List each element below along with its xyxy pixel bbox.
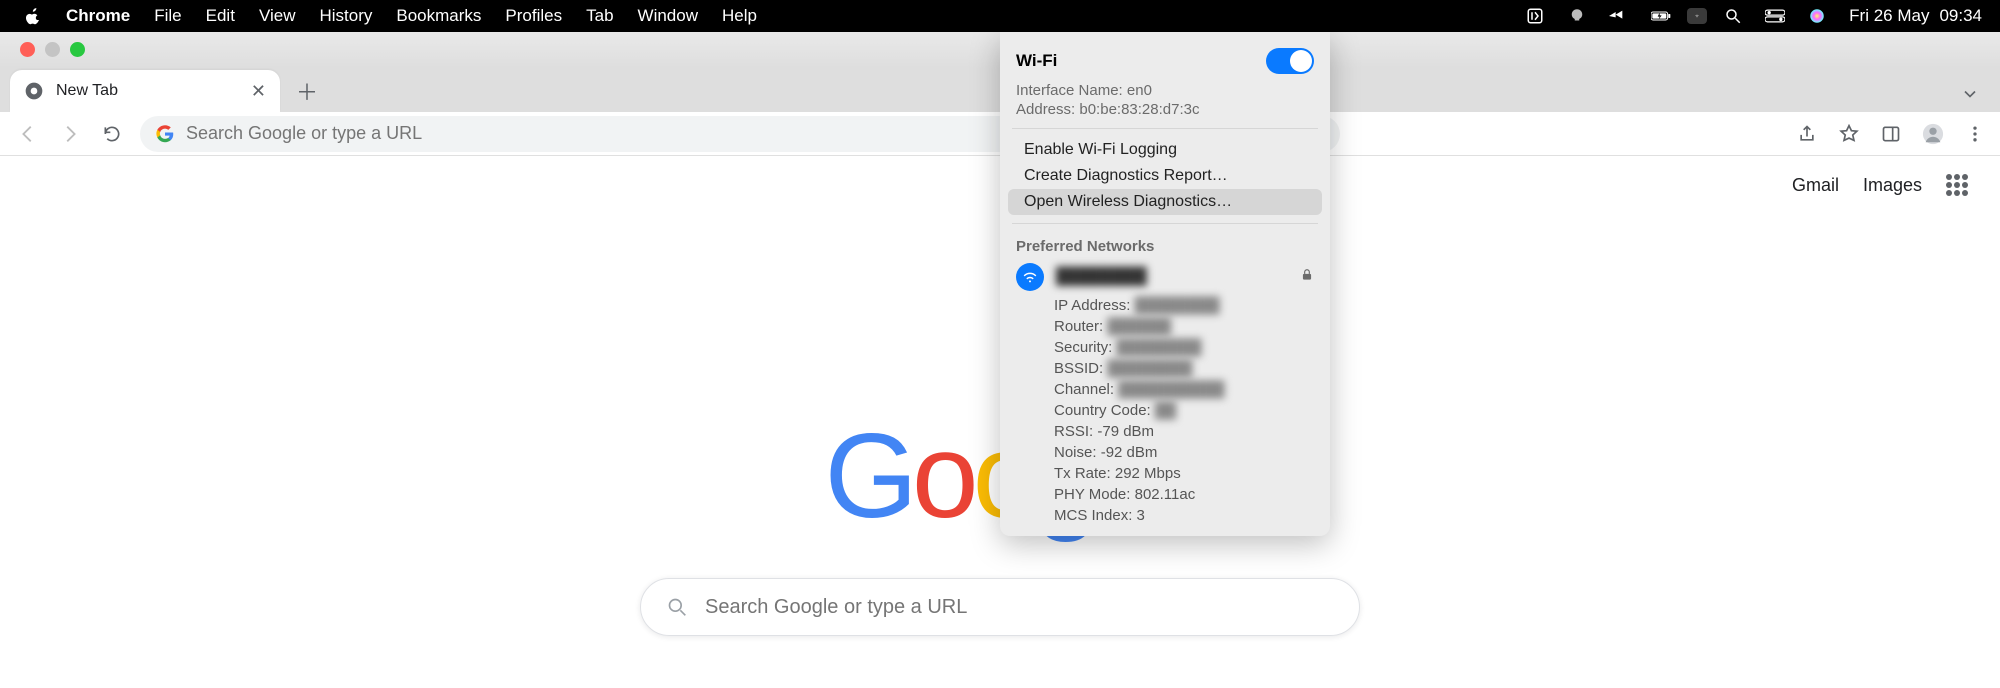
google-header-links: Gmail Images xyxy=(1792,174,1968,196)
share-icon[interactable] xyxy=(1796,123,1818,145)
wifi-panel-header: Wi-Fi xyxy=(1000,44,1330,82)
menu-edit[interactable]: Edit xyxy=(206,6,235,26)
divider xyxy=(1012,223,1318,224)
menubar-app-icon-3[interactable] xyxy=(1609,8,1629,24)
spotlight-icon[interactable] xyxy=(1723,8,1743,24)
wifi-detail-tx: Tx Rate: 292 Mbps xyxy=(1000,463,1330,484)
wifi-network-icon xyxy=(1016,263,1044,291)
wifi-interface-row: Interface Name: en0 xyxy=(1000,82,1330,101)
sidepanel-icon[interactable] xyxy=(1880,123,1902,145)
preferred-networks-title: Preferred Networks xyxy=(1000,232,1330,259)
profile-avatar-icon[interactable] xyxy=(1922,123,1944,145)
wifi-detail-rssi: RSSI: -79 dBm xyxy=(1000,421,1330,442)
tab-title: New Tab xyxy=(56,82,239,100)
wifi-detail-ip: IP Address: ████████ xyxy=(1000,295,1330,316)
google-apps-icon[interactable] xyxy=(1946,174,1968,196)
window-close-button[interactable] xyxy=(20,42,35,57)
wifi-status-icon[interactable] xyxy=(1687,8,1707,24)
wifi-title: Wi-Fi xyxy=(1016,51,1057,71)
menubar-date: Fri 26 May xyxy=(1849,6,1929,26)
siri-icon[interactable] xyxy=(1807,8,1827,24)
wifi-detail-bssid: BSSID: ████████ xyxy=(1000,358,1330,379)
tab-close-button[interactable]: ✕ xyxy=(251,81,266,102)
window-minimize-button[interactable] xyxy=(45,42,60,57)
images-link[interactable]: Images xyxy=(1863,175,1922,196)
google-search-box[interactable] xyxy=(640,578,1360,636)
wifi-detail-mcs: MCS Index: 3 xyxy=(1000,505,1330,526)
wifi-network-row[interactable]: ████████ xyxy=(1000,259,1330,295)
tabs-dropdown-button[interactable] xyxy=(1958,82,1982,106)
menubar-right: Fri 26 May 09:34 xyxy=(1525,6,2000,26)
wifi-detail-noise: Noise: -92 dBm xyxy=(1000,442,1330,463)
wifi-ssid: ████████ xyxy=(1056,268,1288,286)
menubar-left: Chrome File Edit View History Bookmarks … xyxy=(0,6,757,26)
menu-profiles[interactable]: Profiles xyxy=(505,6,562,26)
google-g-icon xyxy=(156,125,174,143)
menubar-app-icon-2[interactable] xyxy=(1567,8,1587,24)
wifi-detail-security: Security: ████████ xyxy=(1000,337,1330,358)
menubar-app-icon-1[interactable] xyxy=(1525,8,1545,24)
wifi-toggle[interactable] xyxy=(1266,48,1314,74)
wifi-detail-country: Country Code: ██ xyxy=(1000,400,1330,421)
wifi-interface-label: Interface Name: xyxy=(1016,82,1123,99)
divider xyxy=(1012,128,1318,129)
gmail-link[interactable]: Gmail xyxy=(1792,175,1839,196)
bookmark-star-icon[interactable] xyxy=(1838,123,1860,145)
battery-icon[interactable] xyxy=(1651,8,1671,24)
traffic-lights xyxy=(20,42,85,57)
wifi-enable-logging[interactable]: Enable Wi-Fi Logging xyxy=(1008,137,1322,163)
wifi-detail-phy: PHY Mode: 802.11ac xyxy=(1000,484,1330,505)
menu-file[interactable]: File xyxy=(154,6,181,26)
google-search-input[interactable] xyxy=(705,596,1333,619)
wifi-detail-router: Router: ██████ xyxy=(1000,316,1330,337)
menubar-time: 09:34 xyxy=(1939,6,1982,26)
macos-menubar: Chrome File Edit View History Bookmarks … xyxy=(0,0,2000,32)
menu-app-name[interactable]: Chrome xyxy=(66,6,130,26)
wifi-address-row: Address: b0:be:83:28:d7:3c xyxy=(1000,101,1330,120)
wifi-address-value: b0:be:83:28:d7:3c xyxy=(1079,101,1199,118)
wifi-detail-channel: Channel: ██████████ xyxy=(1000,379,1330,400)
wifi-address-label: Address: xyxy=(1016,101,1075,118)
toolbar-right xyxy=(1796,123,1986,145)
menu-bookmarks[interactable]: Bookmarks xyxy=(396,6,481,26)
back-button[interactable] xyxy=(14,120,42,148)
menu-window[interactable]: Window xyxy=(638,6,698,26)
menubar-clock[interactable]: Fri 26 May 09:34 xyxy=(1849,6,1982,26)
forward-button[interactable] xyxy=(56,120,84,148)
menu-tab[interactable]: Tab xyxy=(586,6,613,26)
reload-button[interactable] xyxy=(98,120,126,148)
menu-help[interactable]: Help xyxy=(722,6,757,26)
browser-tab-active[interactable]: New Tab ✕ xyxy=(10,70,280,112)
menu-view[interactable]: View xyxy=(259,6,296,26)
wifi-open-diagnostics[interactable]: Open Wireless Diagnostics… xyxy=(1008,189,1322,215)
menu-history[interactable]: History xyxy=(319,6,372,26)
tab-favicon-icon xyxy=(24,81,44,101)
lock-icon xyxy=(1300,268,1314,287)
wifi-dropdown-panel: Wi-Fi Interface Name: en0 Address: b0:be… xyxy=(1000,32,1330,536)
kebab-menu-icon[interactable] xyxy=(1964,123,1986,145)
wifi-create-report[interactable]: Create Diagnostics Report… xyxy=(1008,163,1322,189)
search-icon xyxy=(667,597,687,617)
control-center-icon[interactable] xyxy=(1765,8,1785,24)
wifi-interface-value: en0 xyxy=(1127,82,1152,99)
window-zoom-button[interactable] xyxy=(70,42,85,57)
new-tab-button[interactable]: ＋ xyxy=(290,74,324,108)
apple-menu-icon[interactable] xyxy=(24,7,42,25)
